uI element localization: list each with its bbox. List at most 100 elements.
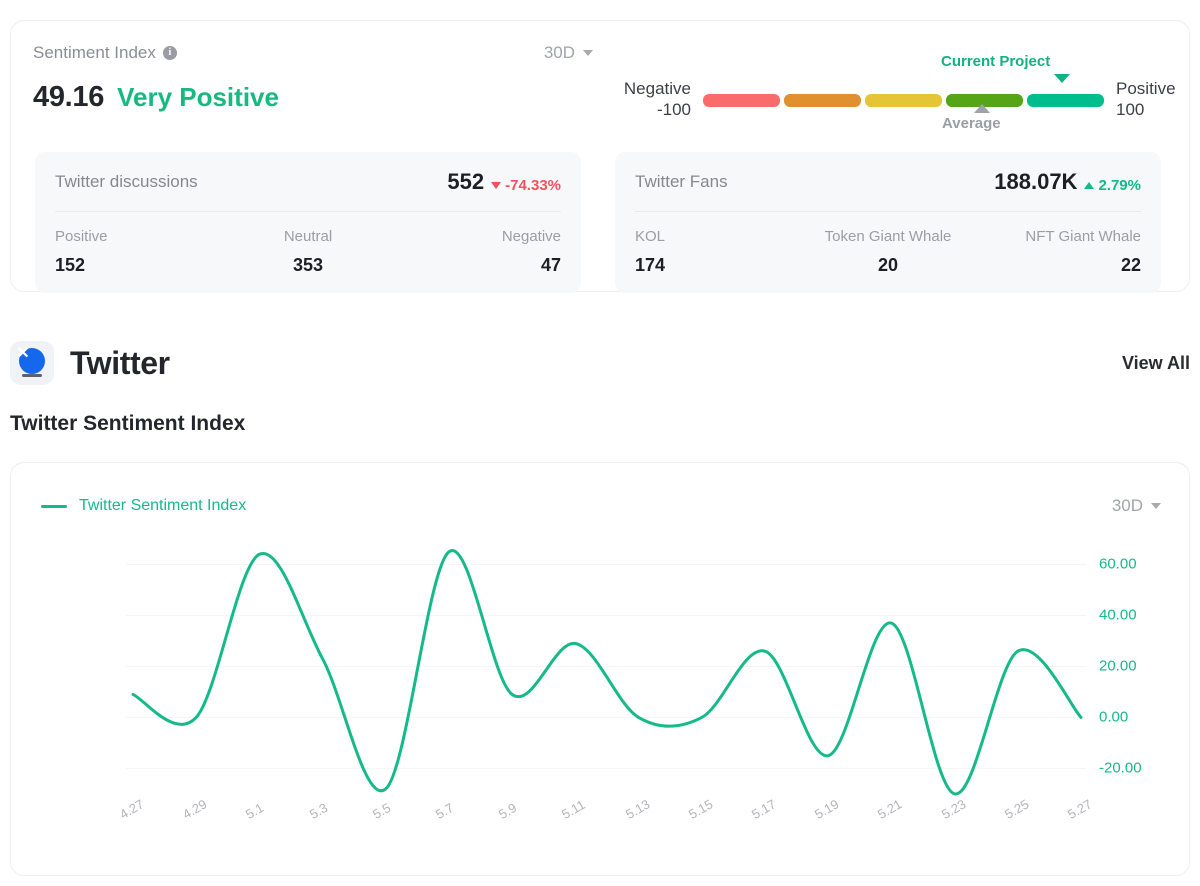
twitter-discussions-value-group: 552 -74.33% <box>447 169 561 195</box>
gauge-average-marker-icon <box>974 104 990 113</box>
twitter-discussions-breakdown: Positive 152 Neutral 353 Negative 47 <box>55 212 561 276</box>
gauge-negative-value: -100 <box>611 99 691 121</box>
y-axis-tick-label: 40.00 <box>1099 607 1137 624</box>
sentiment-dashboard-page: Sentiment Index i 30D 49.16 Very Positiv… <box>0 0 1200 886</box>
chart-plot-area <box>11 539 1191 799</box>
twitter-x-icon: ✕ <box>10 341 54 385</box>
twitter-fans-header: Twitter Fans 188.07K 2.79% <box>635 152 1141 212</box>
sentiment-index-value: 49.16 <box>33 81 104 114</box>
gauge-segment-very-negative <box>703 94 780 107</box>
twitter-sentiment-index-heading: Twitter Sentiment Index <box>10 412 245 436</box>
breakdown-label: Neutral <box>224 228 393 245</box>
chart-range-value: 30D <box>1112 496 1143 516</box>
breakdown-cell: Positive 152 <box>55 228 224 276</box>
x-axis-tick-label: 5.25 <box>1002 796 1031 822</box>
breakdown-label: Negative <box>392 228 561 245</box>
sentiment-range-dropdown[interactable]: 30D <box>544 43 593 63</box>
breakdown-value: 47 <box>392 255 561 276</box>
breakdown-value: 152 <box>55 255 224 276</box>
x-axis-tick-label: 5.17 <box>749 796 778 822</box>
breakdown-value: 174 <box>635 255 804 276</box>
gauge-positive-value: 100 <box>1116 99 1196 121</box>
chart-series-line <box>133 551 1081 794</box>
gauge-row: Negative -100 Positive 100 <box>611 79 1196 121</box>
x-axis-tick-label: 5.13 <box>623 796 652 822</box>
x-axis-tick-label: 5.11 <box>559 797 588 822</box>
twitter-x-icon-underline <box>22 374 42 377</box>
sentiment-index-label: Very Positive <box>117 82 279 113</box>
y-axis-tick-label: 0.00 <box>1099 709 1128 726</box>
twitter-section-title: Twitter <box>70 345 170 382</box>
triangle-up-icon <box>1084 182 1094 189</box>
y-axis-tick-label: 60.00 <box>1099 556 1137 573</box>
gauge-positive-side: Positive 100 <box>1104 79 1196 121</box>
breakdown-cell: Neutral 353 <box>224 228 393 276</box>
gauge-segment-neutral <box>865 94 942 107</box>
sentiment-index-value-row: 49.16 Very Positive <box>33 81 279 114</box>
twitter-discussions-delta-value: -74.33% <box>505 177 561 194</box>
twitter-discussions-delta: -74.33% <box>491 177 561 194</box>
chart-legend[interactable]: Twitter Sentiment Index <box>41 497 246 515</box>
twitter-discussions-title: Twitter discussions <box>55 172 198 192</box>
breakdown-label: Token Giant Whale <box>804 228 973 245</box>
x-axis-tick-label: 4.29 <box>180 796 209 822</box>
breakdown-label: KOL <box>635 228 804 245</box>
chart-y-axis: 60.00 40.00 20.00 0.00 -20.00 <box>1099 539 1179 799</box>
x-axis-tick-label: 5.21 <box>875 796 904 822</box>
x-axis-tick-label: 4.27 <box>117 796 146 822</box>
gauge-segment-negative <box>784 94 861 107</box>
x-axis-tick-label: 5.15 <box>686 796 715 822</box>
sentiment-index-header: Sentiment Index i 30D <box>33 43 593 63</box>
twitter-fans-panel: Twitter Fans 188.07K 2.79% KOL 174 Token… <box>615 152 1161 293</box>
sentiment-line-chart <box>11 539 1191 799</box>
legend-line-icon <box>41 505 67 508</box>
twitter-fans-value-group: 188.07K 2.79% <box>994 169 1141 195</box>
twitter-section-header: ✕ Twitter View All <box>10 336 1190 390</box>
breakdown-label: NFT Giant Whale <box>972 228 1141 245</box>
chart-range-dropdown[interactable]: 30D <box>1112 496 1161 516</box>
legend-label: Twitter Sentiment Index <box>79 497 246 515</box>
sentiment-index-title-group: Sentiment Index i <box>33 43 177 63</box>
x-axis-tick-label: 5.27 <box>1065 796 1094 822</box>
twitter-x-icon-glyph: ✕ <box>10 341 36 367</box>
sentiment-index-title: Sentiment Index <box>33 43 156 63</box>
gauge-current-project-marker-icon <box>1054 74 1070 83</box>
twitter-discussions-value: 552 <box>447 169 484 195</box>
gauge-segments <box>703 94 1104 107</box>
chevron-down-icon <box>583 50 593 56</box>
x-axis-tick-label: 5.19 <box>812 796 841 822</box>
info-icon[interactable]: i <box>163 46 177 60</box>
x-axis-tick-label: 5.3 <box>307 800 330 822</box>
chart-toolbar: Twitter Sentiment Index 30D <box>41 493 1161 519</box>
x-axis-tick-label: 5.7 <box>433 800 456 822</box>
breakdown-value: 22 <box>972 255 1141 276</box>
gauge-segment-very-positive <box>1027 94 1104 107</box>
gauge-current-project-label: Current Project <box>941 53 1050 70</box>
breakdown-value: 20 <box>804 255 973 276</box>
triangle-down-icon <box>491 182 501 189</box>
twitter-discussions-panel: Twitter discussions 552 -74.33% Positive… <box>35 152 581 293</box>
view-all-link[interactable]: View All <box>1122 353 1190 374</box>
twitter-fans-value: 188.07K <box>994 169 1077 195</box>
gauge-negative-title: Negative <box>611 79 691 99</box>
x-axis-tick-label: 5.1 <box>243 800 266 822</box>
breakdown-cell: KOL 174 <box>635 228 804 276</box>
x-axis-tick-label: 5.9 <box>496 800 519 822</box>
twitter-fans-delta: 2.79% <box>1084 177 1141 194</box>
sentiment-range-value: 30D <box>544 43 575 63</box>
twitter-brand: ✕ Twitter <box>10 341 170 385</box>
y-axis-tick-label: 20.00 <box>1099 658 1137 675</box>
twitter-fans-delta-value: 2.79% <box>1098 177 1141 194</box>
chevron-down-icon <box>1151 503 1161 509</box>
y-axis-tick-label: -20.00 <box>1099 760 1142 777</box>
gauge-negative-side: Negative -100 <box>611 79 703 121</box>
twitter-fans-title: Twitter Fans <box>635 172 728 192</box>
x-axis-tick-label: 5.5 <box>370 800 393 822</box>
x-axis-tick-label: 5.23 <box>939 796 968 822</box>
breakdown-cell: NFT Giant Whale 22 <box>972 228 1141 276</box>
sentiment-summary-card: Sentiment Index i 30D 49.16 Very Positiv… <box>10 20 1190 292</box>
twitter-sentiment-chart-card: Twitter Sentiment Index 30D 60.00 40.00 20… <box>10 462 1190 876</box>
twitter-fans-breakdown: KOL 174 Token Giant Whale 20 NFT Giant W… <box>635 212 1141 276</box>
gauge-positive-title: Positive <box>1116 79 1196 99</box>
breakdown-cell: Negative 47 <box>392 228 561 276</box>
